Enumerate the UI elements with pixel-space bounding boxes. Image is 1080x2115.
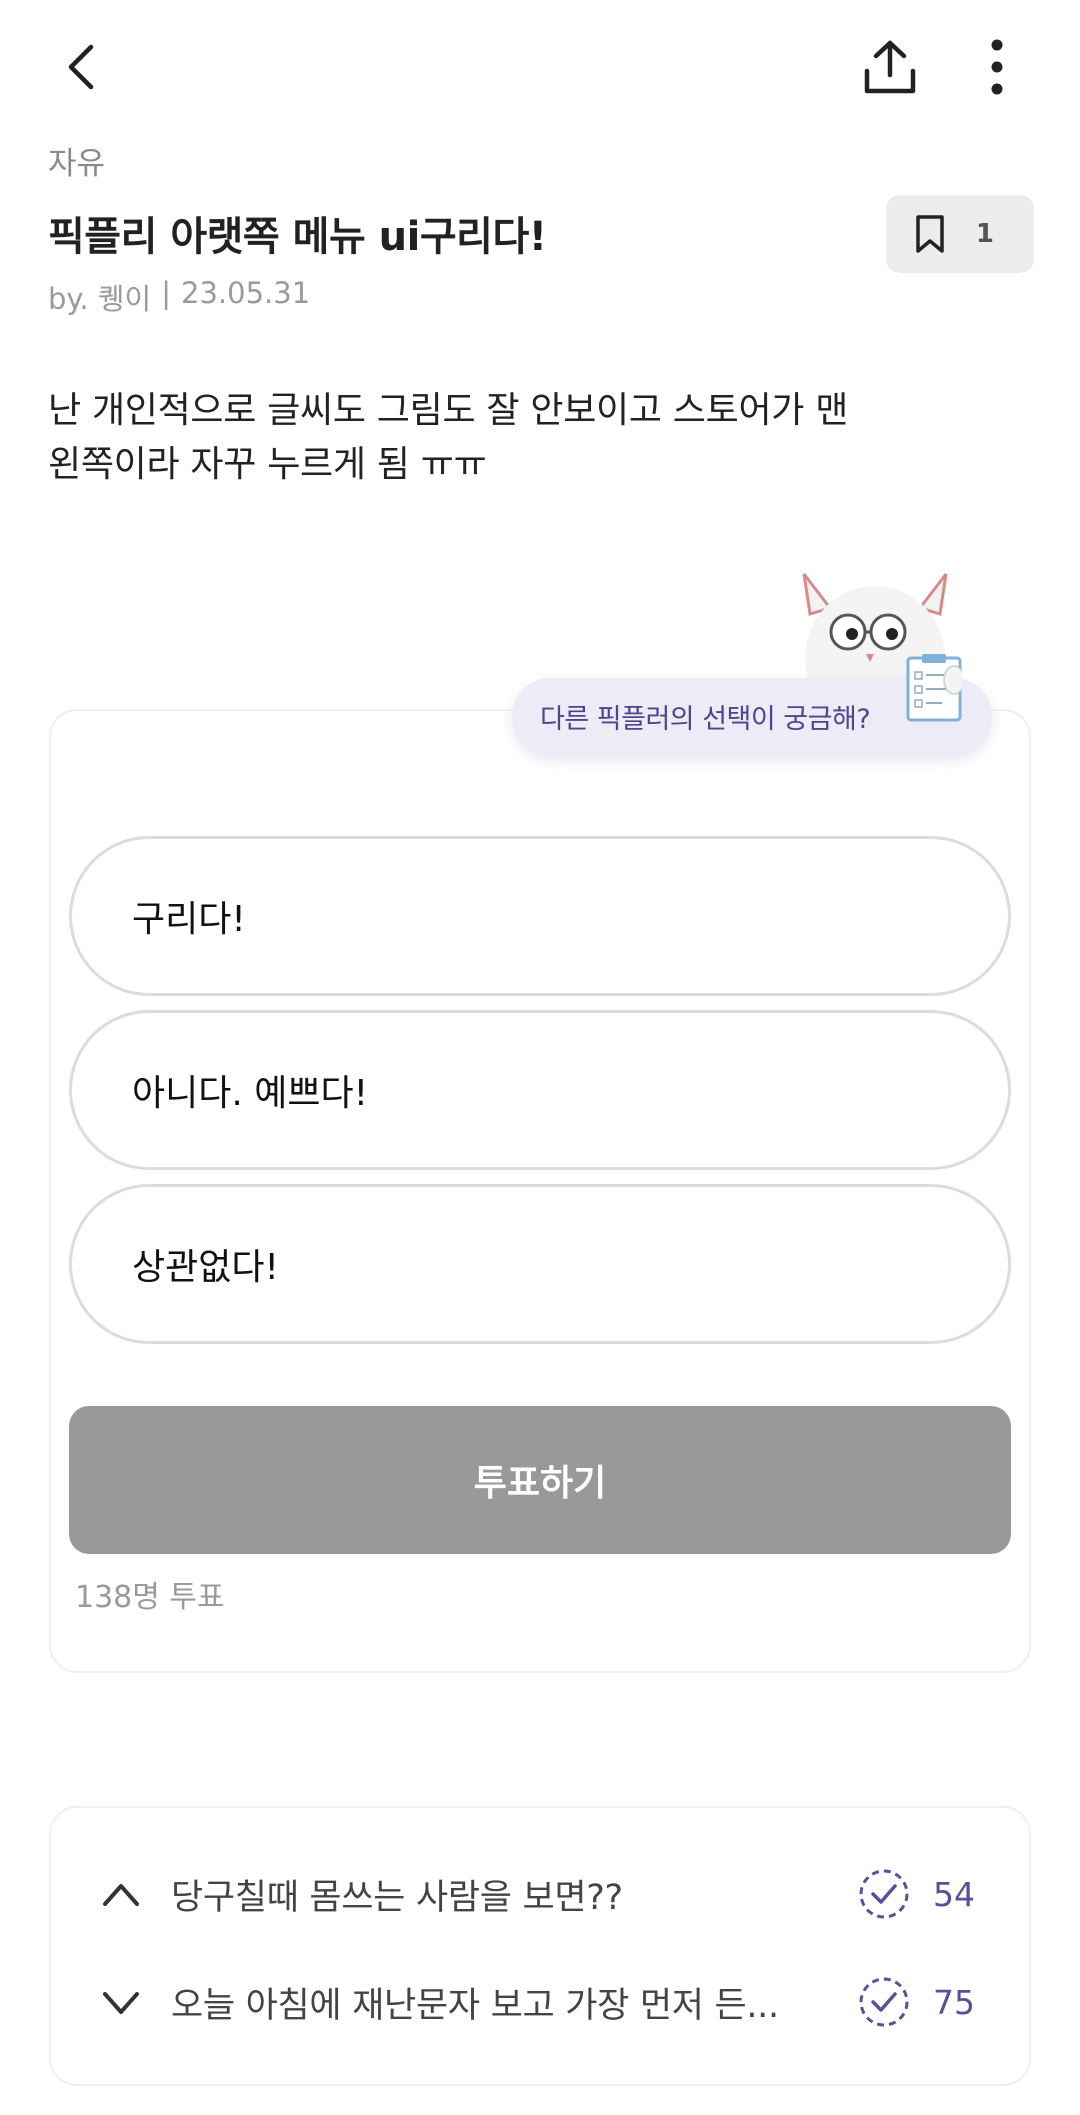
post-author: by. 퀭이 bbox=[48, 282, 152, 316]
poll-option[interactable]: 상관없다! bbox=[69, 1184, 1011, 1344]
poll-option[interactable]: 아니다. 예쁘다! bbox=[69, 1010, 1011, 1170]
bookmark-button[interactable]: 1 bbox=[886, 195, 1034, 273]
more-vertical-icon bbox=[991, 39, 1003, 95]
poll-option-label: 아니다. 예쁘다! bbox=[132, 1073, 369, 1114]
vote-button[interactable]: 투표하기 bbox=[69, 1406, 1011, 1554]
post-meta: by. 퀭이 | 23.05.31 bbox=[48, 276, 310, 318]
dashed-check-circle-icon bbox=[859, 1869, 909, 1919]
related-poll-title: 당구칠때 몸쓰는 사람을 보면?? bbox=[171, 1877, 623, 1918]
post-title: 픽플리 아랫쪽 메뉴 ui구리다! bbox=[48, 214, 547, 260]
meta-separator: | bbox=[161, 276, 172, 310]
poll-option-label: 상관없다! bbox=[132, 1247, 279, 1288]
post-body-line: 난 개인적으로 글씨도 그림도 잘 안보이고 스토어가 맨 bbox=[48, 390, 849, 431]
clipboard-icon bbox=[906, 654, 962, 722]
bookmark-count: 1 bbox=[975, 219, 994, 249]
dashed-check-circle-icon bbox=[859, 1977, 909, 2027]
share-button[interactable] bbox=[850, 27, 930, 107]
poll-hint-text: 다른 픽플러의 선택이 궁금해? bbox=[540, 703, 871, 735]
chevron-up-icon bbox=[103, 1884, 139, 1906]
post-body: 난 개인적으로 글씨도 그림도 잘 안보이고 스토어가 맨 왼쪽이라 자꾸 누르… bbox=[48, 384, 1008, 492]
poll-option[interactable]: 구리다! bbox=[69, 836, 1011, 996]
poll-option-label: 구리다! bbox=[132, 899, 246, 940]
share-upload-icon bbox=[864, 40, 916, 94]
chevron-left-icon bbox=[68, 44, 94, 90]
related-polls-card bbox=[49, 1806, 1031, 2086]
related-poll-item[interactable]: 당구칠때 몸쓰는 사람을 보면?? 54 bbox=[49, 1854, 1031, 1934]
more-button[interactable] bbox=[957, 27, 1037, 107]
post-body-line: 왼쪽이라 자꾸 누르게 됨 ㅠㅠ bbox=[48, 444, 487, 485]
post-date: 23.05.31 bbox=[181, 276, 311, 310]
back-button[interactable] bbox=[41, 27, 121, 107]
chevron-down-icon bbox=[103, 1992, 139, 2014]
related-poll-count: 54 bbox=[933, 1874, 975, 1914]
related-poll-count: 75 bbox=[933, 1982, 975, 2022]
post-category: 자유 bbox=[48, 146, 106, 182]
vote-count: 138명 투표 bbox=[75, 1580, 225, 1615]
bookmark-icon bbox=[916, 215, 944, 253]
related-poll-item[interactable]: 오늘 아침에 재난문자 보고 가장 먼저 든... 75 bbox=[49, 1962, 1031, 2042]
related-poll-title: 오늘 아침에 재난문자 보고 가장 먼저 든... bbox=[171, 1985, 779, 2026]
